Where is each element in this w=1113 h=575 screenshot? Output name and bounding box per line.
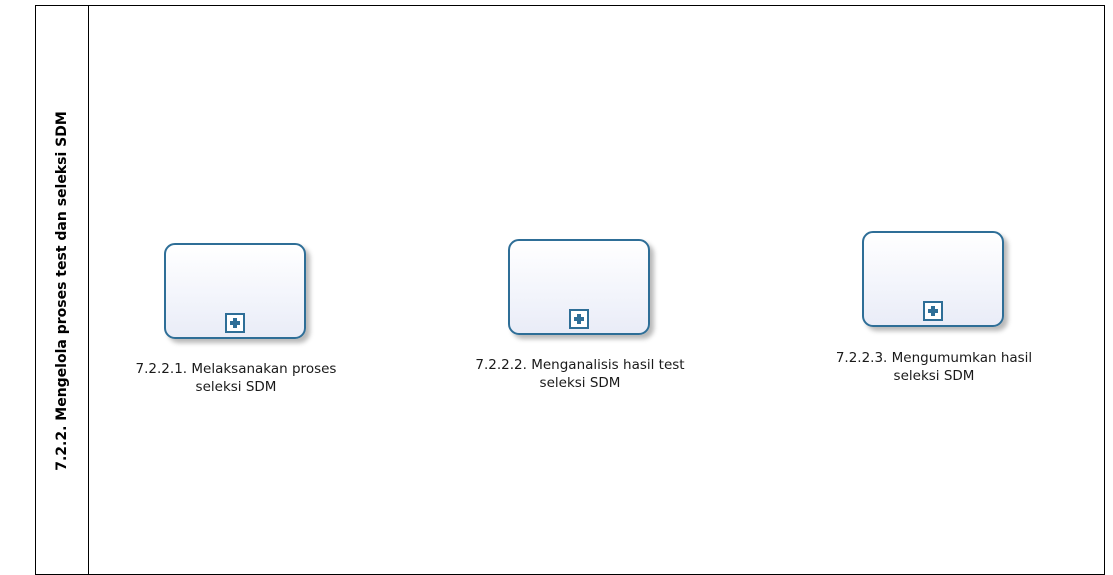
task-label-3-line1: 7.2.2.3. Mengumumkan hasil	[835, 350, 1033, 366]
subprocess-plus-icon[interactable]	[569, 309, 589, 329]
lane-title: 7.2.2. Mengelola proses test dan seleksi…	[54, 111, 70, 471]
subprocess-task-3[interactable]	[862, 231, 1004, 327]
subprocess-task-1[interactable]	[164, 243, 306, 339]
subprocess-plus-icon[interactable]	[923, 301, 943, 321]
task-label-1-line1: 7.2.2.1. Melaksanakan proses	[135, 361, 337, 377]
subprocess-plus-icon[interactable]	[225, 313, 245, 333]
task-label-2-line1: 7.2.2.2. Menganalisis hasil test	[475, 357, 685, 373]
task-label-2: 7.2.2.2. Menganalisis hasil test seleksi…	[440, 356, 720, 392]
subprocess-task-2[interactable]	[508, 239, 650, 335]
lane-header: 7.2.2. Mengelola proses test dan seleksi…	[36, 6, 89, 574]
task-label-2-line2: seleksi SDM	[539, 375, 621, 391]
task-label-1: 7.2.2.1. Melaksanakan proses seleksi SDM	[96, 360, 376, 396]
task-label-3: 7.2.2.3. Mengumumkan hasil seleksi SDM	[794, 349, 1074, 385]
task-label-3-line2: seleksi SDM	[893, 368, 975, 384]
task-label-1-line2: seleksi SDM	[195, 379, 277, 395]
